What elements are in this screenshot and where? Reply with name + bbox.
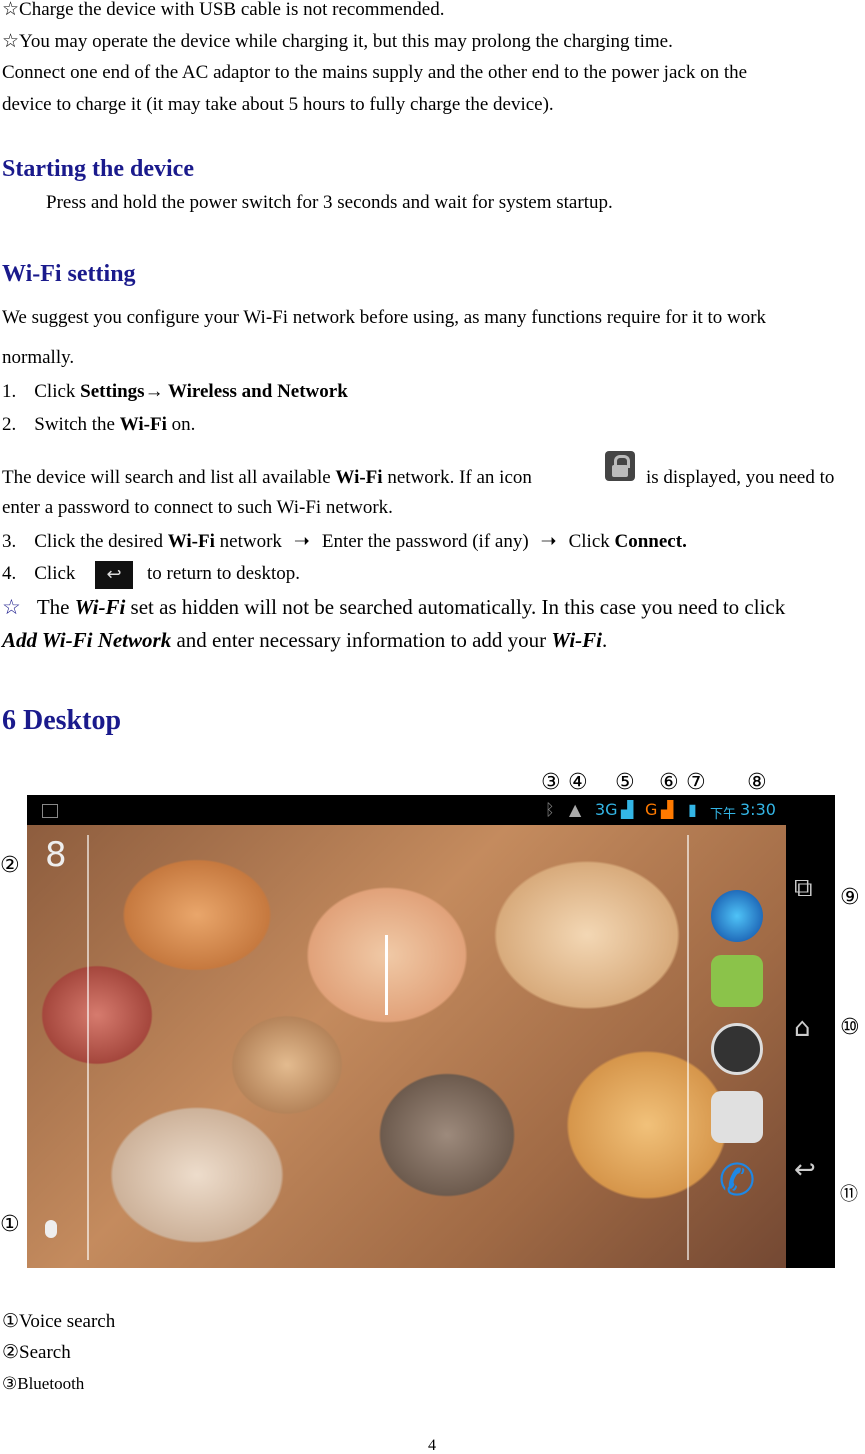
step-text: Click bbox=[34, 563, 76, 584]
wifi-icon: ▲ bbox=[569, 800, 582, 819]
recent-apps-icon[interactable]: ⧉ bbox=[794, 873, 813, 904]
legend-label: Bluetooth bbox=[17, 1374, 85, 1393]
text: set as hidden will not be searched autom… bbox=[125, 595, 786, 619]
text: The bbox=[36, 595, 75, 619]
phone-app-icon[interactable]: ✆ bbox=[711, 1155, 763, 1207]
desktop-screenshot: ᛒ ▲ 3G ▟ G ▟ ▮ 下午 3:30 8 ✆ ⧉ ⌂ ↩ bbox=[27, 795, 835, 1268]
heading-wifi: Wi-Fi setting bbox=[2, 261, 136, 287]
step-3: 3. Click the desired Wi-Fi network ➝ Enter … bbox=[2, 530, 687, 553]
callout-1: ① bbox=[0, 1212, 20, 1237]
heading-starting: Starting the device bbox=[2, 156, 194, 182]
step-number: 4. bbox=[2, 563, 17, 584]
all-apps-icon[interactable] bbox=[711, 1023, 763, 1075]
intro-line: device to charge it (it may take about 5… bbox=[2, 94, 554, 115]
divider-left bbox=[87, 835, 89, 1260]
network-3g: 3G bbox=[595, 800, 618, 819]
wifi-paragraph: The device will search and list all avai… bbox=[2, 467, 532, 489]
step-text: network bbox=[214, 531, 282, 552]
search-button[interactable]: 8 bbox=[45, 835, 67, 875]
text-bold-italic: Wi-Fi bbox=[74, 595, 126, 619]
legend-number: ② bbox=[2, 1342, 20, 1363]
callout-3: ③ bbox=[541, 770, 561, 795]
callout-8: ⑧ bbox=[747, 770, 767, 795]
divider-right bbox=[687, 835, 689, 1260]
arrow-icon: ➝ bbox=[293, 531, 310, 552]
lock-icon bbox=[605, 451, 635, 481]
step-text: to return to desktop. bbox=[147, 563, 301, 584]
home-icon[interactable]: ⌂ bbox=[794, 1013, 811, 1043]
step-text: Click bbox=[568, 531, 615, 552]
step-text: Switch the bbox=[34, 414, 120, 435]
page-number: 4 bbox=[428, 1437, 436, 1454]
text: The device will search and list all avai… bbox=[2, 467, 336, 488]
heading-desktop: 6 Desktop bbox=[2, 705, 122, 736]
step-bold: Connect. bbox=[614, 531, 687, 552]
step-text: Click bbox=[34, 381, 81, 402]
star-icon: ☆ bbox=[2, 595, 21, 619]
callout-6: ⑥ bbox=[659, 770, 679, 795]
intro-line: ☆You may operate the device while chargi… bbox=[2, 31, 673, 52]
legend-item: ①Voice search bbox=[2, 1310, 115, 1333]
bluetooth-icon: ᛒ bbox=[545, 800, 555, 819]
wifi-paragraph: enter a password to connect to such Wi-F… bbox=[2, 497, 393, 518]
step-number: 3. bbox=[2, 531, 17, 552]
note: Add Wi-Fi Network and enter necessary in… bbox=[2, 628, 607, 653]
callout-11: ⑪ bbox=[840, 1184, 858, 1205]
battery-icon: ▮ bbox=[688, 800, 697, 819]
step-1: 1. Click Settings→ Wireless and Network bbox=[2, 381, 348, 403]
legend-item: ③Bluetooth bbox=[2, 1374, 84, 1394]
callout-2: ② bbox=[0, 853, 20, 878]
back-nav-icon[interactable]: ↩ bbox=[794, 1155, 816, 1185]
text: . bbox=[601, 628, 608, 652]
callout-5: ⑤ bbox=[615, 770, 635, 795]
text-bold-italic: Add Wi-Fi Network bbox=[2, 628, 172, 652]
step-bold: Wi-Fi bbox=[119, 414, 167, 435]
step-text: Enter the password (if any) bbox=[321, 531, 529, 552]
document-page: ☆Charge the device with USB cable is not… bbox=[0, 0, 865, 1454]
step-text: Click the desired bbox=[34, 531, 168, 552]
microphone-icon[interactable] bbox=[45, 1220, 57, 1238]
step-4: 4. Click bbox=[2, 563, 75, 585]
text-bold-italic: Wi-Fi bbox=[551, 628, 602, 652]
text-bold: Wi-Fi bbox=[335, 467, 383, 488]
gallery-notification-icon bbox=[42, 804, 58, 818]
step-number: 1. bbox=[2, 381, 17, 402]
intro-line: Connect one end of the AC adaptor to the… bbox=[2, 62, 748, 83]
callout-9: ⑨ bbox=[840, 885, 860, 910]
clock-time: 3:30 bbox=[740, 800, 776, 819]
callout-10: ⑩ bbox=[840, 1015, 860, 1040]
starting-text: Press and hold the power switch for 3 se… bbox=[46, 192, 613, 213]
messaging-app-icon[interactable] bbox=[711, 955, 763, 1007]
wifi-paragraph: We suggest you configure your Wi-Fi netw… bbox=[2, 307, 767, 328]
contacts-app-icon[interactable] bbox=[711, 1091, 763, 1143]
analog-clock-widget bbox=[385, 935, 388, 1015]
legend-label: Search bbox=[19, 1342, 71, 1363]
step-text: on. bbox=[166, 414, 196, 435]
callout-4: ④ bbox=[568, 770, 588, 795]
signal-icon-2: ▟ bbox=[661, 800, 674, 819]
status-bar: ᛒ ▲ 3G ▟ G ▟ ▮ 下午 3:30 bbox=[27, 795, 835, 825]
legend-number: ① bbox=[2, 1311, 20, 1332]
step-number: 2. bbox=[2, 414, 17, 435]
step-bold: Settings→ Wireless and Network bbox=[80, 381, 348, 402]
signal-icon-1: ▟ bbox=[621, 800, 634, 819]
text: network. If an icon bbox=[382, 467, 532, 488]
note: ☆ The Wi-Fi set as hidden will not be sea… bbox=[2, 595, 785, 620]
navigation-bar: ⧉ ⌂ ↩ bbox=[786, 825, 835, 1268]
step-bold: Wi-Fi bbox=[167, 531, 215, 552]
step-2: 2. Switch the Wi-Fi on. bbox=[2, 414, 195, 436]
legend-number: ③ bbox=[2, 1374, 18, 1393]
back-icon: ↩ bbox=[95, 561, 133, 589]
callout-7: ⑦ bbox=[686, 770, 706, 795]
wifi-paragraph: is displayed, you need to bbox=[646, 467, 835, 488]
intro-line: ☆Charge the device with USB cable is not… bbox=[2, 0, 445, 20]
legend-label: Voice search bbox=[19, 1311, 116, 1332]
arrow-icon: ➝ bbox=[540, 531, 557, 552]
legend-item: ②Search bbox=[2, 1341, 71, 1364]
wifi-paragraph: normally. bbox=[2, 347, 75, 368]
text: and enter necessary information to add y… bbox=[171, 628, 552, 652]
clock-ampm: 下午 bbox=[710, 807, 737, 822]
network-g: G bbox=[645, 800, 658, 819]
browser-app-icon[interactable] bbox=[711, 890, 763, 942]
